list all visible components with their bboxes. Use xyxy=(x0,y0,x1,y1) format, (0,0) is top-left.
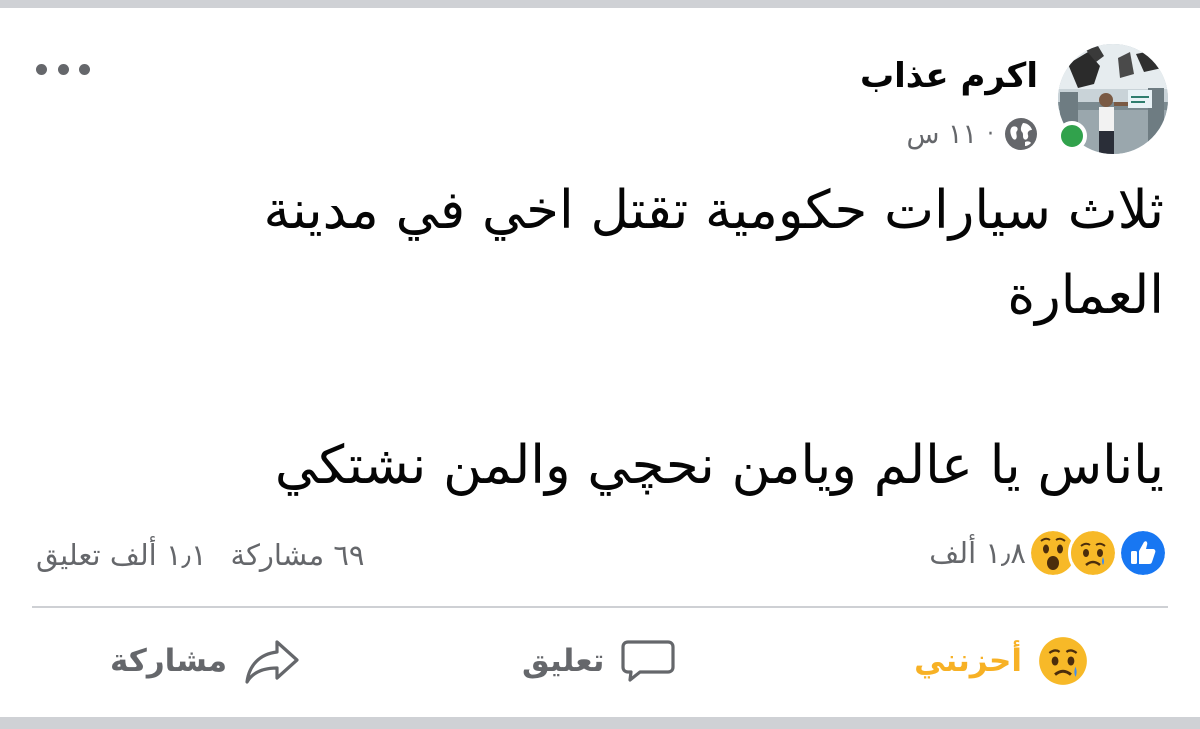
post-text-line: ياناس يا عالم ويامن نحچي والمن نشتكي xyxy=(274,435,1164,496)
comments-count[interactable]: ١٫١ ألف تعليق xyxy=(36,538,207,572)
divider xyxy=(32,606,1168,608)
bottom-separator xyxy=(0,717,1200,729)
online-status-dot xyxy=(1057,121,1087,151)
sad-icon xyxy=(1068,528,1118,578)
like-icon xyxy=(1118,528,1168,578)
share-button[interactable]: مشاركة xyxy=(110,628,301,694)
post-time[interactable]: ١١ س xyxy=(906,119,977,150)
globe-icon xyxy=(1005,118,1037,150)
more-options-button[interactable] xyxy=(36,54,90,84)
post-text-line: ثلاث سيارات حكومية تقتل اخي في مدينة xyxy=(263,180,1164,241)
author-name[interactable]: اكرم عذاب xyxy=(860,56,1038,96)
comment-button-label: تعليق xyxy=(522,643,605,679)
reactions-summary[interactable]: ١٫٨ ألف xyxy=(929,528,1168,578)
engagement-stats: ٦٩ مشاركة ١٫١ ألف تعليق xyxy=(36,532,365,578)
react-button[interactable]: أحزنني xyxy=(914,628,1088,694)
more-dot xyxy=(57,63,69,75)
post-text-line: العمارة xyxy=(1007,265,1164,326)
more-dot xyxy=(36,63,47,75)
react-button-label: أحزنني xyxy=(914,643,1022,679)
sad-reaction-icon xyxy=(1039,637,1087,685)
comment-icon xyxy=(621,640,675,682)
share-icon xyxy=(245,640,299,684)
shares-count[interactable]: ٦٩ مشاركة xyxy=(231,538,365,572)
more-dot xyxy=(79,63,90,75)
meta-separator: · xyxy=(987,121,994,147)
top-separator xyxy=(0,0,1200,8)
share-button-label: مشاركة xyxy=(110,643,228,679)
comment-button[interactable]: تعليق xyxy=(522,628,676,694)
post-meta: ١١ س · xyxy=(906,116,1038,152)
reactions-count: ١٫٨ ألف xyxy=(929,536,1026,570)
post-text: ثلاث سيارات حكومية تقتل اخي في مدينة الع… xyxy=(60,168,1164,508)
